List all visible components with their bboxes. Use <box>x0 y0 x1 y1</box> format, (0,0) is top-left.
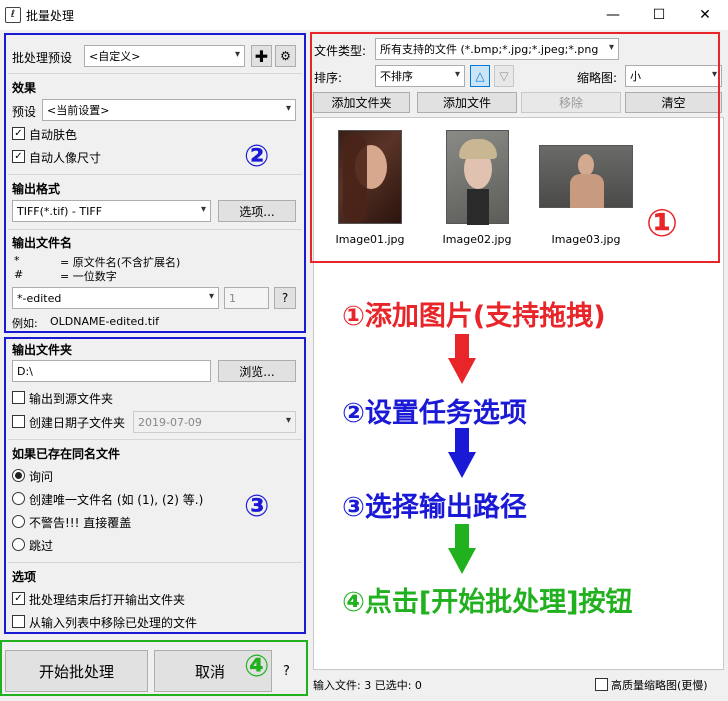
output-path-field[interactable]: D:\ <box>12 360 211 382</box>
chevron-down-icon: ▾ <box>200 204 206 215</box>
help-icon[interactable]: ? <box>283 664 290 679</box>
badge-1: ① <box>646 201 679 245</box>
skip-radio[interactable] <box>12 538 25 551</box>
divider <box>8 73 302 74</box>
remove-processed-label: 从输入列表中移除已处理的文件 <box>29 616 198 630</box>
window-title: 批量处理 <box>26 9 75 23</box>
app-icon: ℓ <box>5 7 21 23</box>
output-filename-title: 输出文件名 <box>12 236 73 250</box>
auto-portrait-checkbox[interactable]: ✓ <box>12 150 25 163</box>
filename-pattern-select[interactable]: *-edited ▾ <box>12 287 219 309</box>
chevron-down-icon: ▾ <box>234 49 240 60</box>
hq-thumbs-label: 高质量缩略图(更慢) <box>611 679 708 692</box>
remove-processed-checkbox[interactable] <box>12 615 25 628</box>
hint1-key: * <box>14 254 20 267</box>
digit-field[interactable]: 1 <box>224 287 269 309</box>
unique-label: 创建唯一文件名 (如 (1), (2) 等.) <box>29 493 204 507</box>
date-subfolder-checkbox[interactable] <box>12 415 25 428</box>
to-source-label: 输出到源文件夹 <box>29 392 114 406</box>
auto-skin-label: 自动肤色 <box>29 128 78 142</box>
down-arrow-icon <box>448 428 476 478</box>
auto-skin-checkbox[interactable]: ✓ <box>12 127 25 140</box>
hint2-text: = 一位数字 <box>60 270 117 283</box>
auto-portrait-label: 自动人像尺寸 <box>29 151 102 165</box>
hq-thumbs-checkbox[interactable] <box>595 678 608 691</box>
maximize-button[interactable]: ☐ <box>636 0 682 30</box>
close-button[interactable]: ✕ <box>682 0 728 30</box>
skip-label: 跳过 <box>29 539 54 553</box>
exists-title: 如果已存在同名文件 <box>12 447 121 461</box>
chevron-down-icon: ▾ <box>285 415 291 426</box>
divider <box>8 229 302 230</box>
example-value: OLDNAME-edited.tif <box>50 315 160 328</box>
effects-preset-select[interactable]: <当前设置> ▾ <box>42 99 296 121</box>
status-text: 输入文件: 3 已选中: 0 <box>313 679 422 692</box>
example-label: 例如: <box>12 317 38 330</box>
divider <box>8 562 302 563</box>
badge-4: ④ <box>244 649 270 684</box>
step3-text: ③选择输出路径 <box>342 492 527 523</box>
minimize-button[interactable]: — <box>590 0 636 30</box>
open-folder-checkbox[interactable]: ✓ <box>12 592 25 605</box>
format-options-button[interactable]: 选项... <box>218 200 296 222</box>
date-subfolder-label: 创建日期子文件夹 <box>29 416 126 430</box>
down-arrow-icon <box>448 524 476 574</box>
divider <box>8 439 302 440</box>
step1-text: ①添加图片(支持拖拽) <box>342 301 606 332</box>
add-preset-button[interactable]: ✚ <box>251 45 272 67</box>
output-format-select[interactable]: TIFF(*.tif) - TIFF ▾ <box>12 200 211 222</box>
divider <box>8 174 302 175</box>
options-title: 选项 <box>12 570 37 584</box>
hint2-key: # <box>14 268 24 281</box>
badge-2: ② <box>244 139 270 174</box>
step2-text: ②设置任务选项 <box>342 398 527 429</box>
ask-label: 询问 <box>29 470 54 484</box>
chevron-down-icon: ▾ <box>208 291 214 302</box>
batch-window: ℓ 批量处理 — ☐ ✕ 批处理预设 <自定义> ▾ ✚ ⚙ 效果 预设 <当前设… <box>0 0 728 701</box>
date-select[interactable]: 2019-07-09 ▾ <box>133 411 296 433</box>
preset-label: 批处理预设 <box>12 51 73 65</box>
browse-button[interactable]: 浏览... <box>218 360 296 382</box>
output-folder-title: 输出文件夹 <box>12 343 73 357</box>
overwrite-radio[interactable] <box>12 515 25 528</box>
effects-title: 效果 <box>12 81 37 95</box>
down-arrow-icon <box>448 334 476 384</box>
ask-radio[interactable] <box>12 469 25 482</box>
help-button[interactable]: ? <box>274 287 296 309</box>
unique-radio[interactable] <box>12 492 25 505</box>
start-batch-button[interactable]: 开始批处理 <box>5 650 148 692</box>
chevron-down-icon: ▾ <box>285 103 291 114</box>
open-folder-label: 批处理结束后打开输出文件夹 <box>29 593 186 607</box>
output-format-title: 输出格式 <box>12 182 61 196</box>
effects-preset-label: 预设 <box>12 105 37 119</box>
step4-text: ④点击[开始批处理]按钮 <box>342 587 633 618</box>
preset-select[interactable]: <自定义> ▾ <box>84 45 245 67</box>
overwrite-label: 不警告!!! 直接覆盖 <box>29 516 132 530</box>
to-source-checkbox[interactable] <box>12 391 25 404</box>
gear-icon[interactable]: ⚙ <box>275 45 296 67</box>
badge-3: ③ <box>244 489 270 524</box>
